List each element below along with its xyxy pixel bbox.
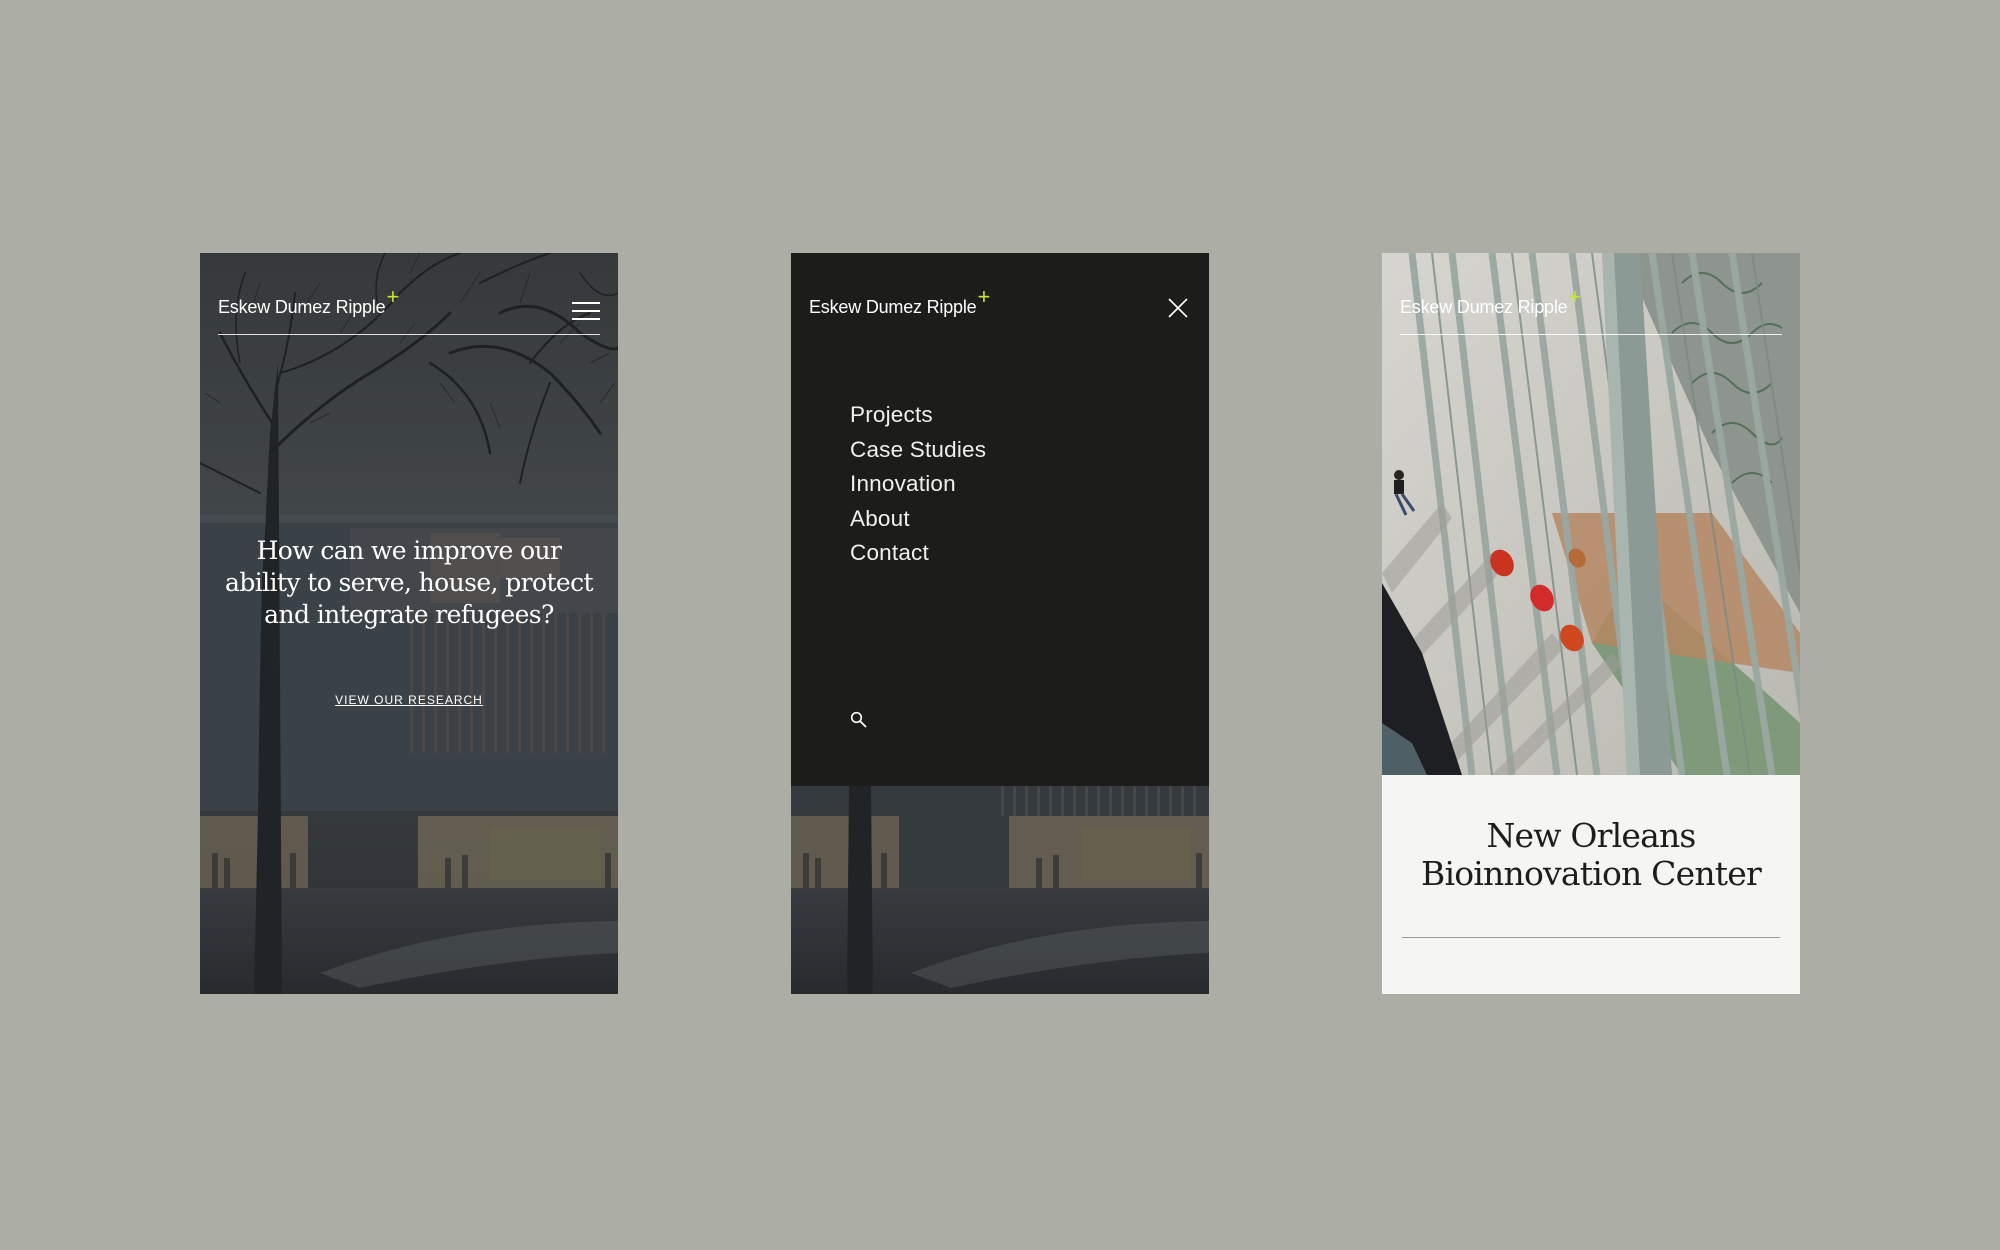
site-header: Eskew Dumez Ripple+ (218, 286, 600, 335)
logo-plus-mark: + (977, 284, 991, 309)
logo-plus-mark: + (386, 284, 400, 309)
close-icon[interactable] (1165, 295, 1191, 321)
logo[interactable]: Eskew Dumez Ripple+ (218, 286, 399, 318)
main-nav: Projects Case Studies Innovation About C… (850, 398, 986, 571)
logo-text: Eskew Dumez Ripple (1400, 297, 1568, 317)
logo[interactable]: Eskew Dumez Ripple+ (1400, 286, 1581, 318)
logo-plus-mark: + (1568, 284, 1582, 309)
header-divider (218, 333, 600, 335)
logo[interactable]: Eskew Dumez Ripple+ (809, 286, 990, 318)
site-header: Eskew Dumez Ripple+ (809, 286, 1191, 335)
project-screen: Eskew Dumez Ripple+ New Orleans Bioinnov… (1382, 253, 1800, 994)
menu-screen: Eskew Dumez Ripple+ Projects Case Studie… (791, 253, 1209, 994)
site-header: Eskew Dumez Ripple+ (1400, 286, 1782, 335)
home-screen: Eskew Dumez Ripple+ How can we improve o… (200, 253, 618, 994)
nav-item-case-studies[interactable]: Case Studies (850, 433, 986, 468)
nav-item-projects[interactable]: Projects (850, 398, 986, 433)
header-divider (1400, 333, 1782, 335)
view-research-link[interactable]: VIEW OUR RESEARCH (200, 693, 618, 707)
nav-item-about[interactable]: About (850, 502, 986, 537)
nav-item-innovation[interactable]: Innovation (850, 467, 986, 502)
nav-item-contact[interactable]: Contact (850, 536, 986, 571)
project-title[interactable]: New Orleans Bioinnovation Center (1392, 817, 1790, 893)
search-icon[interactable] (849, 710, 869, 730)
hamburger-icon[interactable] (572, 299, 600, 320)
logo-text: Eskew Dumez Ripple (809, 297, 977, 317)
logo-text: Eskew Dumez Ripple (218, 297, 386, 317)
project-divider (1402, 937, 1780, 938)
hero-title: How can we improve our ability to serve,… (225, 536, 594, 629)
